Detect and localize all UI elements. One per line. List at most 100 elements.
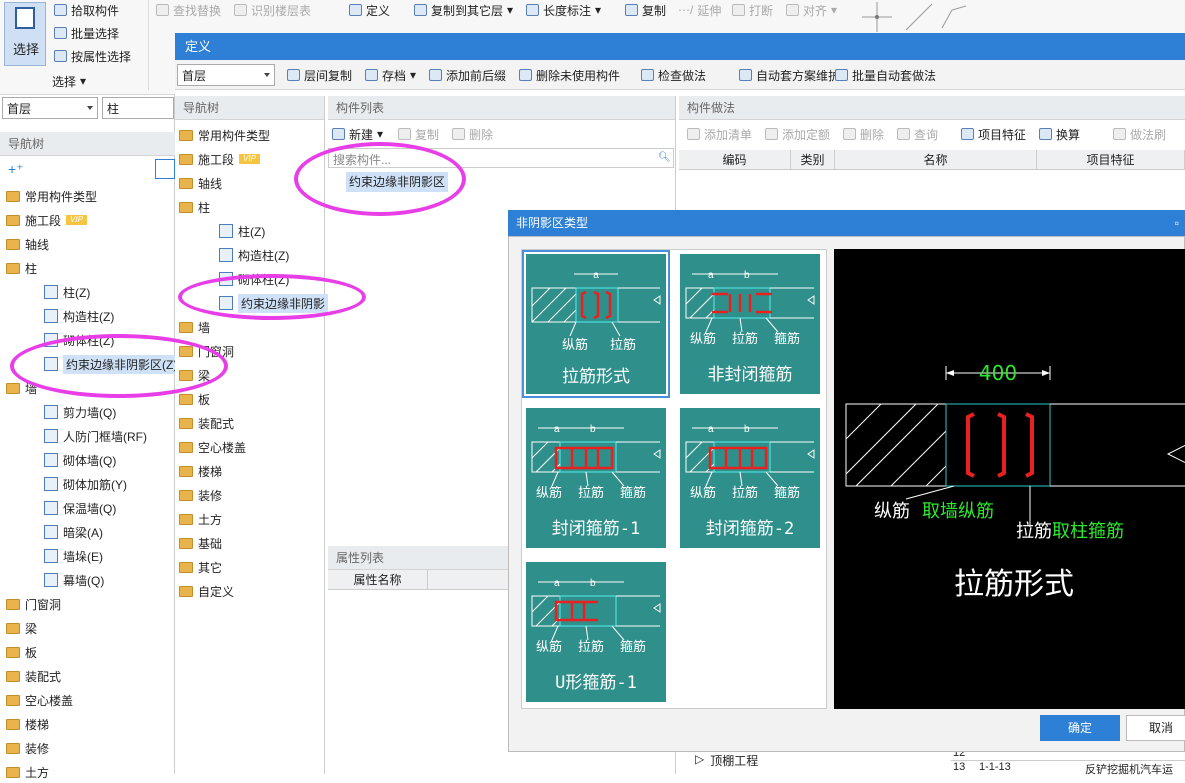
define-tree-item[interactable]: 自定义 bbox=[179, 580, 234, 602]
left-tree-item[interactable]: 施工段 VIP bbox=[6, 209, 87, 231]
svg-text:拉筋: 拉筋 bbox=[1016, 521, 1052, 542]
left-tree-item[interactable]: 门窗洞 bbox=[6, 593, 61, 615]
shadow-type-card[interactable]: a 纵筋 拉筋 拉筋形式 bbox=[522, 250, 670, 398]
define-tree-item[interactable]: 柱(Z) bbox=[219, 220, 265, 242]
line-draw-icon[interactable] bbox=[904, 2, 934, 32]
shadow-type-card[interactable]: a b 纵筋 拉筋 箍筋 非封闭箍筋 bbox=[680, 254, 820, 394]
method-toolbar-button[interactable]: 添加清单 bbox=[687, 124, 752, 144]
align-button[interactable]: 对齐 ▾ bbox=[786, 0, 837, 20]
define-tree-item[interactable]: 装配式 bbox=[179, 412, 234, 434]
define-tree-item[interactable]: 基础 bbox=[179, 532, 222, 554]
left-tree-item[interactable]: 暗梁(A) bbox=[44, 521, 103, 543]
left-tree-item[interactable]: 砌体加筋(Y) bbox=[44, 473, 127, 495]
card-caption: 封闭箍筋-1 bbox=[551, 519, 641, 539]
card-label: 纵筋 bbox=[536, 485, 563, 500]
left-tree-item[interactable]: 装修 bbox=[6, 737, 49, 759]
define-tree-item[interactable]: 空心楼盖 bbox=[179, 436, 246, 458]
left-tree-item[interactable]: 装配式 bbox=[6, 665, 61, 687]
new-icon bbox=[332, 128, 345, 140]
left-tree-item[interactable]: 砌体墙(Q) bbox=[44, 449, 116, 471]
break-button[interactable]: 打断 bbox=[732, 0, 773, 20]
method-toolbar-button[interactable]: 添加定额 bbox=[765, 124, 830, 144]
add-icon[interactable]: +⁺ bbox=[8, 161, 24, 178]
shadow-type-card[interactable]: a b 纵筋 拉筋 箍筋 封闭箍筋-1 bbox=[526, 408, 666, 548]
define-toolbar-button[interactable]: 自动套方案维护 bbox=[739, 65, 840, 85]
method-toolbar-button[interactable]: 做法刷 bbox=[1113, 124, 1166, 144]
length-dim-button[interactable]: 长度标注 ▾ bbox=[526, 0, 601, 20]
define-button[interactable]: 定义 bbox=[349, 0, 390, 20]
toolbar-icon bbox=[287, 69, 300, 81]
copy-comp-button[interactable]: 复制 bbox=[398, 122, 439, 146]
cancel-button[interactable]: 取消 bbox=[1126, 715, 1185, 741]
left-tree-item[interactable]: 剪力墙(Q) bbox=[44, 401, 116, 423]
define-tree-item[interactable]: 柱 bbox=[179, 196, 210, 218]
define-toolbar-button[interactable]: 检查做法 bbox=[641, 65, 706, 85]
find-replace-button[interactable]: 查找替换 bbox=[156, 0, 221, 20]
delete-comp-button[interactable]: 删除 bbox=[452, 122, 493, 146]
define-tree-item[interactable]: 构造柱(Z) bbox=[219, 244, 289, 266]
define-tree-item[interactable]: 其它 bbox=[179, 556, 222, 578]
copy-to-floor-button[interactable]: 复制到其它层 ▾ bbox=[414, 0, 513, 20]
attr-select-button[interactable]: 按属性选择 bbox=[54, 46, 131, 66]
batch-select-button[interactable]: 批量选择 bbox=[54, 23, 119, 43]
define-tree-item[interactable]: 常用构件类型 bbox=[179, 124, 270, 146]
method-toolbar-button[interactable]: 删除 bbox=[843, 124, 884, 144]
crosshair-icon[interactable] bbox=[860, 2, 894, 32]
left-tree-item[interactable]: 板 bbox=[6, 641, 37, 663]
copy-button[interactable]: 复制 bbox=[625, 0, 666, 20]
define-window-title: 定义 bbox=[175, 33, 1185, 60]
left-tree-item[interactable]: 常用构件类型 bbox=[6, 185, 97, 207]
list-view-icon[interactable] bbox=[155, 159, 175, 179]
define-tree-item[interactable]: 轴线 bbox=[179, 172, 222, 194]
ok-button[interactable]: 确定 bbox=[1040, 715, 1120, 741]
left-tree-item[interactable]: 柱 bbox=[6, 257, 37, 279]
left-tree-item[interactable]: 空心楼盖 bbox=[6, 689, 73, 711]
shadow-type-card[interactable]: a b 纵筋 拉筋 箍筋 U形箍筋-1 bbox=[526, 562, 666, 702]
extend-button[interactable]: ⋯/延伸 bbox=[678, 0, 721, 20]
define-toolbar-button[interactable]: 删除未使用构件 bbox=[519, 65, 620, 85]
define-tree-item[interactable]: 楼梯 bbox=[179, 460, 222, 482]
polyline-icon[interactable] bbox=[940, 2, 970, 32]
define-toolbar-button[interactable]: 存档 ▾ bbox=[365, 65, 416, 85]
left-tree-item[interactable]: 构造柱(Z) bbox=[44, 305, 114, 327]
folder-icon bbox=[6, 382, 20, 394]
left-tree-item[interactable]: 墙垛(E) bbox=[44, 545, 103, 567]
left-tree-item[interactable]: 柱(Z) bbox=[44, 281, 90, 303]
vip-badge: VIP bbox=[239, 154, 260, 164]
left-tree-item[interactable]: 土方 bbox=[6, 761, 49, 783]
left-tree-item[interactable]: 保温墙(Q) bbox=[44, 497, 116, 519]
pick-component-button[interactable]: 拾取构件 bbox=[54, 0, 119, 20]
maximize-icon[interactable]: ▫ bbox=[1175, 210, 1179, 236]
col-code: 编码 bbox=[679, 150, 791, 169]
toolbar-icon bbox=[429, 69, 442, 81]
left-tree-item[interactable]: 人防门框墙(RF) bbox=[44, 425, 147, 447]
type-select[interactable]: 柱 bbox=[102, 97, 174, 119]
svg-text:a: a bbox=[554, 424, 560, 435]
card-label: 拉筋 bbox=[732, 331, 759, 346]
shadow-type-card[interactable]: a b 纵筋 拉筋 箍筋 封闭箍筋-2 bbox=[680, 408, 820, 548]
select-button[interactable]: 选择 bbox=[4, 2, 46, 66]
left-tree-item[interactable]: 幕墙(Q) bbox=[44, 569, 104, 591]
left-tree-item[interactable]: 梁 bbox=[6, 617, 37, 639]
define-floor-select[interactable]: 首层 bbox=[177, 64, 275, 86]
folder-icon bbox=[6, 598, 20, 610]
batch-icon bbox=[54, 27, 67, 39]
identify-floor-button[interactable]: 识别楼层表 bbox=[234, 0, 311, 20]
define-toolbar-button[interactable]: 添加前后缀 bbox=[429, 65, 506, 85]
card-label: 拉筋 bbox=[578, 485, 605, 500]
method-toolbar-button[interactable]: 换算 bbox=[1039, 124, 1080, 144]
floor-select[interactable]: 首层 bbox=[2, 97, 98, 119]
table-row[interactable]: 13 1-1-13 反铲挖掘机汽车运 bbox=[951, 761, 1185, 776]
bottom-tree-item[interactable]: ▷ 顶棚工程 bbox=[695, 752, 758, 769]
method-toolbar-button[interactable]: 查询 bbox=[897, 124, 938, 144]
left-tree-item[interactable]: 楼梯 bbox=[6, 713, 49, 735]
define-tree-item[interactable]: 装修 bbox=[179, 484, 222, 506]
define-tree-item[interactable]: 土方 bbox=[179, 508, 222, 530]
define-toolbar-button[interactable]: 批量自动套做法 bbox=[835, 65, 936, 85]
define-tree-item[interactable]: 墙 bbox=[179, 316, 210, 338]
define-tree-item[interactable]: 施工段 VIP bbox=[179, 148, 260, 170]
annotation-ring bbox=[10, 334, 228, 398]
define-toolbar-button[interactable]: 层间复制 bbox=[287, 65, 352, 85]
method-toolbar-button[interactable]: 项目特征 bbox=[961, 124, 1026, 144]
left-tree-item[interactable]: 轴线 bbox=[6, 233, 49, 255]
